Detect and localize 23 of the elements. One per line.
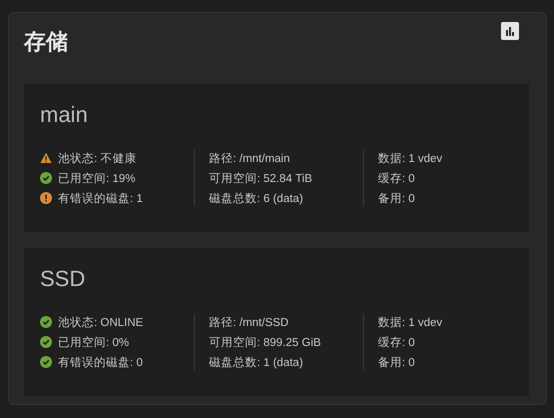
topology-text: 备用: 0 <box>378 356 415 370</box>
detail-text: 路径: /mnt/SSD <box>209 316 289 330</box>
detail-text: 磁盘总数: 1 (data) <box>209 356 304 370</box>
topology-text: 备用: 0 <box>378 192 415 206</box>
pool-name: main <box>40 102 89 129</box>
topology-text: 数据: 1 vdev <box>378 152 442 166</box>
status-text: 已用空间: 19% <box>58 171 136 186</box>
card-title: 存储 <box>24 29 68 57</box>
pool-name: SSD <box>40 266 86 293</box>
topology-text: 缓存: 0 <box>378 336 415 350</box>
detail-text: 可用空间: 52.84 TiB <box>209 171 312 186</box>
status-text: 有错误的磁盘: 1 <box>58 192 143 206</box>
status-text: 池状态: ONLINE <box>58 316 144 330</box>
topology-text: 数据: 1 vdev <box>378 316 442 330</box>
bar-chart-icon <box>501 22 519 40</box>
reports-button[interactable] <box>501 22 519 40</box>
detail-text: 磁盘总数: 6 (data) <box>209 192 304 206</box>
detail-text: 路径: /mnt/main <box>209 152 290 166</box>
status-text: 有错误的磁盘: 0 <box>58 356 143 370</box>
detail-text: 可用空间: 899.25 GiB <box>209 335 321 350</box>
topology-text: 缓存: 0 <box>378 172 415 186</box>
status-text: 已用空间: 0% <box>58 335 130 350</box>
status-text: 池状态: 不健康 <box>58 151 136 166</box>
